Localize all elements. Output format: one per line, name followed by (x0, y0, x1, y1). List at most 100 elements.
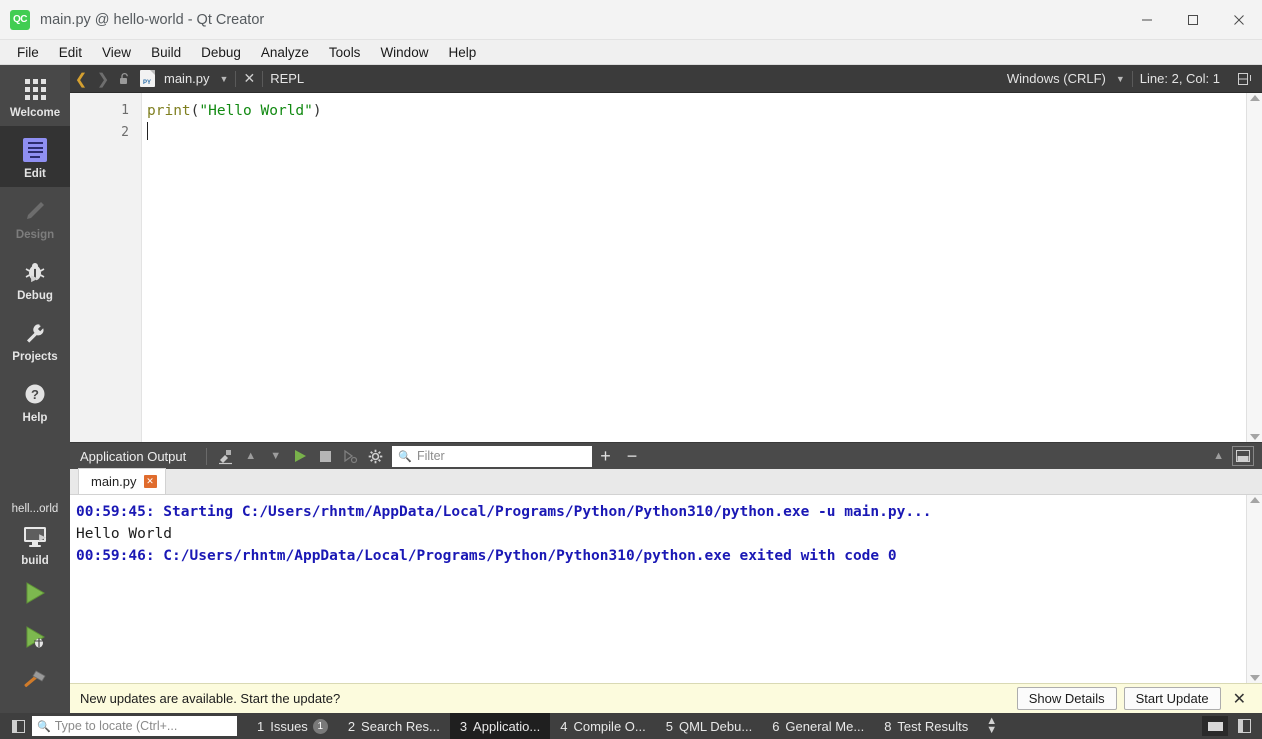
sidebar-item-design: Design (0, 187, 70, 248)
code-token-rparen: ) (312, 103, 322, 119)
sidebar-item-debug[interactable]: ▶ Debug (0, 248, 70, 309)
sidebar-item-edit[interactable]: Edit (0, 126, 70, 187)
output-tab-main-py[interactable]: main.py ✕ (78, 468, 166, 494)
filter-input[interactable]: 🔍 Filter (392, 445, 593, 467)
next-item-icon[interactable]: ▼ (263, 443, 288, 470)
menu-window[interactable]: Window (371, 42, 437, 63)
notification-message: New updates are available. Start the upd… (80, 691, 341, 706)
sidebar-item-help[interactable]: ? Help (0, 370, 70, 431)
application-output-pane: Application Output ▲ ▼ 🔍 Filter + − ▲ ma… (70, 442, 1262, 683)
menu-tools[interactable]: Tools (320, 42, 370, 63)
zoom-out-button[interactable]: − (619, 447, 646, 465)
console-output[interactable]: 00:59:45: Starting C:/Users/rhntm/AppDat… (70, 495, 1246, 683)
collapse-output-icon[interactable]: ▲ (1213, 450, 1224, 462)
zoom-in-button[interactable]: + (592, 447, 619, 465)
console-line-start: 00:59:45: Starting C:/Users/rhntm/AppDat… (76, 504, 932, 520)
repl-button[interactable]: REPL (270, 71, 304, 86)
split-editor-icon[interactable] (1234, 72, 1256, 86)
output-pane-tabs: 1 Issues 1 2 Search Res... 3 Applicatio.… (247, 713, 1005, 739)
editor-vertical-scrollbar[interactable] (1246, 93, 1262, 442)
cursor-position[interactable]: Line: 2, Col: 1 (1140, 71, 1220, 86)
run-button[interactable] (0, 571, 70, 615)
start-debugging-button[interactable] (0, 615, 70, 659)
notification-actions: Show Details Start Update ✕ (1010, 687, 1254, 710)
locator-placeholder: Type to locate (Ctrl+... (54, 719, 178, 733)
close-icon[interactable]: ✕ (143, 475, 157, 488)
close-document-icon[interactable]: ✕ (243, 70, 255, 87)
resize-output-pane-icon[interactable]: ▲ ▼ (978, 716, 1005, 736)
status-tab-number: 3 (459, 718, 468, 734)
question-circle-icon: ? (22, 379, 48, 409)
sidebar-item-label: Design (15, 229, 55, 241)
status-tab-qml-debugger[interactable]: 5 QML Debu... (656, 713, 762, 739)
status-tab-test-results[interactable]: 8 Test Results (874, 713, 978, 739)
output-vertical-scrollbar[interactable] (1246, 495, 1262, 683)
menu-analyze[interactable]: Analyze (252, 42, 318, 63)
show-details-button[interactable]: Show Details (1016, 687, 1117, 710)
editor-toolbar: ❮ ❯ PY main.py ▼ ✕ REPL Windows (CRLF) ▼… (70, 65, 1262, 93)
code-text-area[interactable]: print("Hello World") (142, 93, 1246, 442)
sidebar-item-label: Welcome (9, 107, 61, 119)
go-forward-icon[interactable]: ❯ (92, 70, 114, 88)
toggle-left-sidebar-icon[interactable] (6, 719, 30, 733)
menu-build[interactable]: Build (142, 42, 190, 63)
sidebar-item-projects[interactable]: Projects (0, 309, 70, 370)
menu-help[interactable]: Help (439, 42, 485, 63)
chevron-right-icon[interactable]: ▶ (31, 273, 38, 284)
toggle-output-pane-icon[interactable] (1202, 716, 1228, 736)
status-tab-application-output[interactable]: 3 Applicatio... (449, 713, 551, 739)
sidebar-item-welcome[interactable]: Welcome (0, 65, 70, 126)
menu-view[interactable]: View (93, 42, 140, 63)
scroll-up-icon[interactable] (1249, 95, 1260, 101)
update-notification-bar: New updates are available. Start the upd… (70, 683, 1262, 713)
chevron-right-icon[interactable]: ▶ (39, 532, 46, 543)
code-line-1: print("Hello World") (147, 100, 1246, 122)
output-tabs-row: main.py ✕ (70, 468, 1262, 495)
menu-file[interactable]: File (8, 42, 48, 63)
kit-target-selector[interactable]: ▶ build (0, 519, 70, 571)
code-editor[interactable]: 1 2 print("Hello World") (70, 93, 1262, 442)
status-tab-general-messages[interactable]: 6 General Me... (762, 713, 874, 739)
output-pane-toolbar: Application Output ▲ ▼ 🔍 Filter + − ▲ (70, 442, 1262, 469)
grid-icon (24, 74, 46, 104)
previous-item-icon[interactable]: ▲ (238, 443, 263, 470)
status-tab-label: Test Results (897, 718, 969, 734)
maximize-output-icon[interactable] (1232, 446, 1254, 466)
python-file-icon-label: PY (142, 80, 151, 86)
output-toolbar-right: ▲ (1213, 446, 1262, 466)
scroll-up-icon[interactable] (1249, 497, 1260, 503)
status-tab-label: QML Debu... (678, 718, 753, 734)
scroll-down-icon[interactable] (1249, 675, 1260, 681)
chevron-down-icon[interactable]: ▼ (1116, 74, 1125, 84)
chevron-down-icon[interactable]: ▼ (220, 74, 229, 84)
status-tab-issues[interactable]: 1 Issues 1 (247, 713, 338, 739)
line-ending-selector[interactable]: Windows (CRLF) (1007, 71, 1106, 86)
clear-output-icon[interactable] (213, 443, 238, 470)
open-document-name[interactable]: main.py (164, 71, 210, 86)
kit-project-name[interactable]: hell...orld (12, 503, 59, 515)
locator-input[interactable]: 🔍 Type to locate (Ctrl+... (32, 716, 237, 736)
attach-debugger-icon[interactable] (338, 443, 363, 470)
stop-output-icon[interactable] (313, 443, 338, 470)
toggle-right-sidebar-icon[interactable] (1231, 716, 1257, 736)
close-icon[interactable] (1216, 0, 1262, 40)
close-notification-icon[interactable]: ✕ (1221, 689, 1254, 709)
mode-selector-bar: Welcome Edit Design ▶ Debug Projects ? H… (0, 65, 70, 713)
scroll-down-icon[interactable] (1249, 434, 1260, 440)
start-update-button[interactable]: Start Update (1123, 687, 1221, 710)
output-body: 00:59:45: Starting C:/Users/rhntm/AppDat… (70, 495, 1262, 683)
gear-icon[interactable] (363, 443, 388, 470)
filter-placeholder: Filter (416, 449, 445, 463)
build-button[interactable] (0, 659, 70, 703)
go-back-icon[interactable]: ❮ (70, 70, 92, 88)
status-tab-compile-output[interactable]: 4 Compile O... (550, 713, 655, 739)
menu-debug[interactable]: Debug (192, 42, 250, 63)
menu-edit[interactable]: Edit (50, 42, 91, 63)
run-output-icon[interactable] (288, 443, 313, 470)
status-tab-search-results[interactable]: 2 Search Res... (338, 713, 450, 739)
status-tab-label: General Me... (785, 718, 865, 734)
maximize-icon[interactable] (1170, 0, 1216, 40)
minimize-icon[interactable] (1124, 0, 1170, 40)
status-tab-number: 5 (665, 718, 673, 734)
unlock-icon[interactable] (114, 72, 136, 86)
